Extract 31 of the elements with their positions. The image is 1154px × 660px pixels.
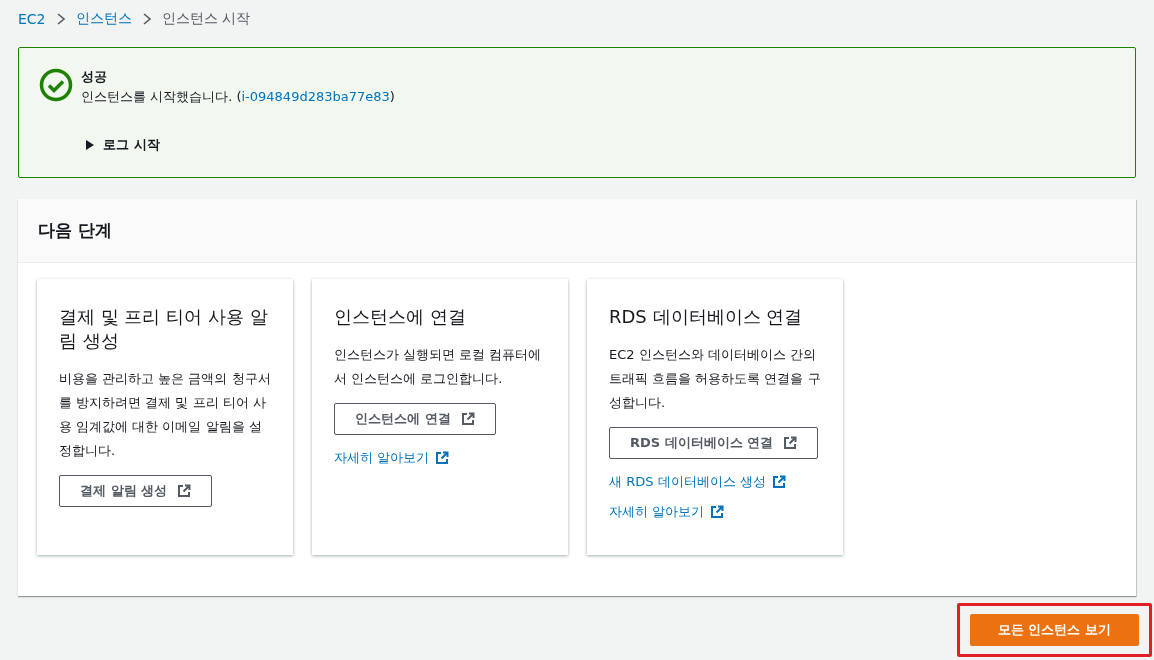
instance-id-link[interactable]: i-094849d283ba77e83 xyxy=(241,89,390,104)
panel-title: 다음 단계 xyxy=(38,219,112,242)
card-action-button[interactable]: 인스턴스에 연결 xyxy=(334,403,496,435)
view-all-instances-button[interactable]: 모든 인스턴스 보기 xyxy=(969,614,1139,646)
external-link-icon xyxy=(435,451,450,465)
check-circle-icon xyxy=(39,68,73,102)
alert-title: 성공 xyxy=(81,68,108,86)
breadcrumb-current: 인스턴스 시작 xyxy=(161,10,250,28)
external-link-icon xyxy=(710,505,725,519)
external-link-icon xyxy=(783,436,798,450)
external-link[interactable]: 자세히 알아보기 xyxy=(609,503,725,521)
external-link-icon xyxy=(460,412,475,426)
external-link-icon xyxy=(771,475,786,489)
external-link[interactable]: 새 RDS 데이터베이스 생성 xyxy=(609,473,786,491)
breadcrumb-link[interactable]: 인스턴스 xyxy=(75,10,132,28)
breadcrumb-link[interactable]: EC2 xyxy=(18,11,46,27)
chevron-right-icon xyxy=(55,13,66,25)
card-description: 비용을 관리하고 높은 금액의 청구서를 방지하려면 결제 및 프리 티어 사용 임계값에 대한 이메일 알림을 설정합니다. xyxy=(59,370,271,460)
card-title: RDS 데이터베이스 연결 xyxy=(609,305,803,329)
external-link[interactable]: 자세히 알아보기 xyxy=(334,449,450,467)
card-action-button[interactable]: 결제 알림 생성 xyxy=(59,475,213,507)
card-title: 인스턴스에 연결 xyxy=(334,305,466,329)
external-link-icon xyxy=(177,484,192,498)
log-expander[interactable]: 로그 시작 xyxy=(85,136,395,154)
card-description: EC2 인스턴스와 데이터베이스 간의 트래픽 흐름을 허용하도록 연결을 구성합니다. xyxy=(609,346,821,412)
chevron-right-icon xyxy=(141,13,152,25)
caret-icon xyxy=(85,140,95,150)
card-description: 인스턴스가 실행되면 로컬 컴퓨터에서 인스턴스에 로그인합니다. xyxy=(334,346,543,388)
alert-message: 인스턴스를 시작했습니다. (i-094849d283ba77e83) xyxy=(81,88,395,106)
card-action-button[interactable]: RDS 데이터베이스 연결 xyxy=(609,427,819,459)
card-title: 결제 및 프리 티어 사용 알림 생성 xyxy=(59,305,269,353)
